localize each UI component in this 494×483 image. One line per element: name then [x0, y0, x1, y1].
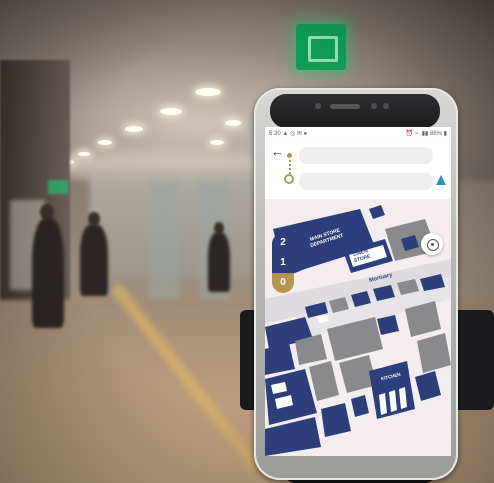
- phone-mount-right: [452, 310, 494, 410]
- route-connector: [288, 160, 291, 174]
- origin-input[interactable]: [299, 147, 433, 164]
- floor-button-1[interactable]: 1: [272, 253, 294, 273]
- front-camera-icon: [315, 103, 321, 109]
- route-origin-dot-icon: [287, 153, 292, 158]
- destination-input[interactable]: [299, 173, 433, 190]
- status-bar: 6:30 ▲ ◎ ✉ ● ⏰ ⌁ .▮▮ 86% ▮: [265, 127, 451, 141]
- phone-screen: 6:30 ▲ ◎ ✉ ● ⏰ ⌁ .▮▮ 86% ▮ ← MAIN STORE …: [265, 127, 451, 456]
- status-icons-left: ▲ ◎ ✉ ●: [282, 131, 308, 137]
- route-destination-icon: [284, 174, 294, 184]
- status-left: 6:30 ▲ ◎ ✉ ●: [269, 130, 307, 138]
- sensor-icon: [383, 103, 389, 109]
- status-time: 6:30: [269, 131, 281, 137]
- earpiece-speaker: [330, 104, 360, 109]
- route-header: ←: [265, 141, 451, 199]
- phone-bezel-top: [270, 94, 440, 128]
- arrow-left-icon[interactable]: ←: [271, 145, 284, 158]
- status-icons-right: ⏰ ⌁ .▮▮ 86% ▮: [405, 131, 447, 137]
- floor-button-2[interactable]: 2: [272, 233, 294, 253]
- navigation-arrow-icon[interactable]: [436, 175, 446, 185]
- sensor-icon: [371, 103, 377, 109]
- crosshair-icon[interactable]: [421, 233, 443, 255]
- indoor-map[interactable]: MAIN STORE DEPARTMENT LINEN STORE Mortua…: [265, 199, 451, 456]
